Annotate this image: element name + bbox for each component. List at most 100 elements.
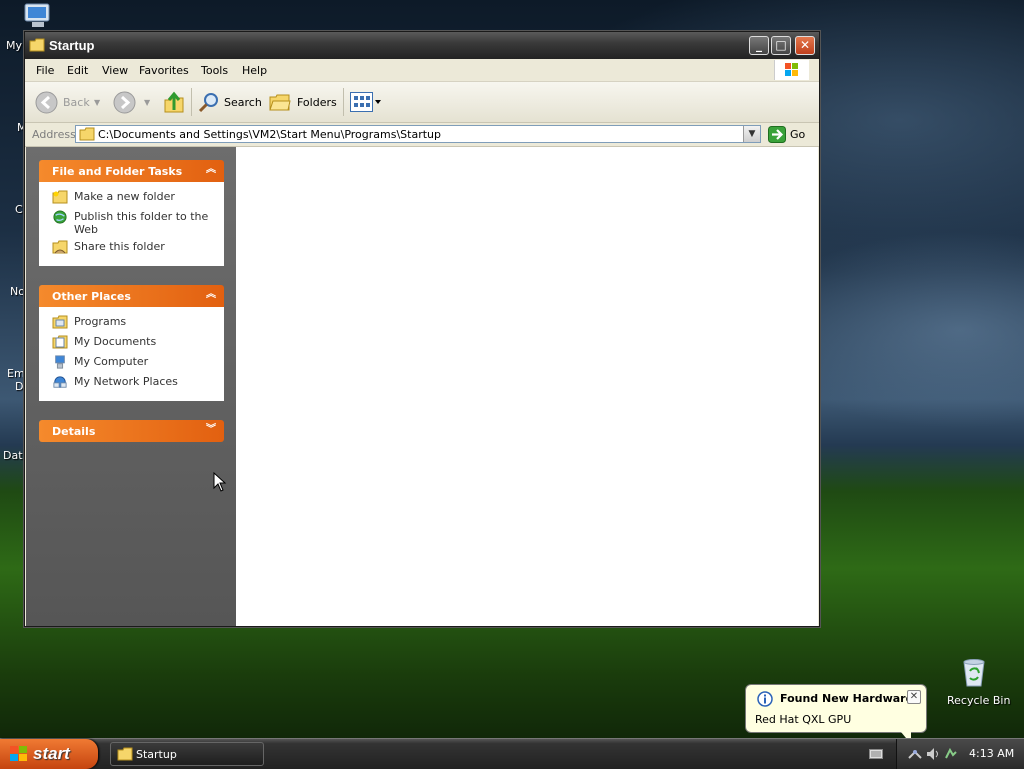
collapse-chevron-icon[interactable]: ︽ bbox=[204, 288, 218, 302]
collapse-chevron-icon[interactable]: ︽ bbox=[204, 163, 218, 177]
toolbar: Back ▼ ▼ Search Folders bbox=[25, 82, 819, 123]
task-pane: File and Folder Tasks ︽ Make a new folde… bbox=[26, 147, 236, 626]
desktop-label-c[interactable]: C bbox=[15, 203, 23, 216]
toolbar-separator-2 bbox=[343, 88, 344, 116]
share-folder-icon bbox=[52, 240, 68, 254]
folders-button[interactable]: Folders bbox=[297, 96, 337, 109]
my-computer-desktop-icon[interactable] bbox=[22, 2, 54, 30]
go-button[interactable]: Go bbox=[790, 128, 805, 141]
address-input[interactable]: C:\Documents and Settings\VM2\Start Menu… bbox=[75, 125, 761, 143]
panel-title: File and Folder Tasks bbox=[52, 165, 183, 178]
title-bar[interactable]: Startup _ □ ✕ bbox=[25, 32, 819, 59]
place-label: My Network Places bbox=[74, 375, 178, 388]
system-tray: 4:13 AM bbox=[896, 739, 1024, 769]
views-icon[interactable] bbox=[350, 92, 382, 112]
address-label: Address bbox=[32, 128, 76, 141]
task-label: Make a new folder bbox=[74, 190, 175, 203]
taskbar: start Startup 4:13 AM bbox=[0, 738, 1024, 769]
task-publish-folder[interactable]: Publish this folder to the Web bbox=[39, 210, 224, 240]
panel-header-file-tasks[interactable]: File and Folder Tasks ︽ bbox=[39, 160, 224, 182]
recycle-bin-label[interactable]: Recycle Bin bbox=[947, 694, 1010, 707]
search-icon[interactable] bbox=[198, 91, 220, 113]
go-arrow-icon[interactable] bbox=[768, 126, 786, 143]
desktop-label-email-2[interactable]: D bbox=[15, 380, 23, 393]
desktop-label-data[interactable]: Dat bbox=[3, 449, 23, 462]
network-places-icon bbox=[53, 376, 67, 388]
place-label: My Documents bbox=[74, 335, 157, 348]
panel-header-other-places[interactable]: Other Places ︽ bbox=[39, 285, 224, 307]
menu-tools[interactable]: Tools bbox=[201, 64, 228, 77]
hardware-tray-icon[interactable] bbox=[907, 746, 923, 762]
place-my-documents[interactable]: My Documents bbox=[39, 335, 224, 355]
task-share-folder[interactable]: Share this folder bbox=[39, 240, 224, 260]
search-button[interactable]: Search bbox=[224, 96, 262, 109]
place-my-network-places[interactable]: My Network Places bbox=[39, 375, 224, 395]
explorer-window: Startup _ □ ✕ File Edit View Favorites T… bbox=[24, 31, 820, 627]
folders-icon[interactable] bbox=[269, 92, 291, 112]
panel-file-folder-tasks: File and Folder Tasks ︽ Make a new folde… bbox=[39, 160, 224, 266]
menu-help[interactable]: Help bbox=[242, 64, 267, 77]
place-my-computer[interactable]: My Computer bbox=[39, 355, 224, 375]
menu-edit[interactable]: Edit bbox=[67, 64, 88, 77]
panel-body: Make a new folder Publish this folder to… bbox=[39, 182, 224, 266]
programs-folder-icon bbox=[52, 315, 68, 329]
address-bar: Address C:\Documents and Settings\VM2\St… bbox=[25, 123, 819, 147]
task-make-new-folder[interactable]: Make a new folder bbox=[39, 190, 224, 210]
notification-balloon[interactable]: Found New Hardware Red Hat QXL GPU ✕ bbox=[745, 684, 927, 744]
task-label: Publish this folder to the Web bbox=[74, 210, 209, 236]
new-folder-icon bbox=[52, 190, 68, 204]
folder-icon bbox=[117, 747, 133, 761]
place-label: My Computer bbox=[74, 355, 149, 368]
back-dropdown-icon[interactable]: ▼ bbox=[94, 98, 100, 107]
panel-title: Details bbox=[52, 425, 96, 438]
balloon-close-button[interactable]: ✕ bbox=[907, 690, 921, 704]
my-documents-icon bbox=[52, 335, 68, 349]
taskbar-window-button[interactable]: Startup bbox=[110, 742, 264, 766]
forward-dropdown-icon[interactable]: ▼ bbox=[144, 98, 150, 107]
taskbar-window-label: Startup bbox=[136, 748, 177, 761]
address-folder-icon bbox=[79, 127, 95, 141]
info-icon bbox=[757, 691, 773, 707]
place-programs[interactable]: Programs bbox=[39, 315, 224, 335]
balloon-message: Red Hat QXL GPU bbox=[755, 713, 852, 726]
update-tray-icon[interactable] bbox=[943, 746, 959, 762]
menu-favorites[interactable]: Favorites bbox=[139, 64, 189, 77]
keyboard-icon[interactable] bbox=[869, 748, 883, 760]
recycle-bin-icon[interactable] bbox=[958, 656, 990, 688]
minimize-button[interactable]: _ bbox=[749, 36, 769, 55]
my-computer-icon bbox=[55, 355, 65, 369]
panel-other-places: Other Places ︽ Programs My Documents My … bbox=[39, 285, 224, 401]
panel-header-details[interactable]: Details ︾ bbox=[39, 420, 224, 442]
maximize-button[interactable]: □ bbox=[771, 36, 791, 55]
expand-chevron-icon[interactable]: ︾ bbox=[204, 423, 218, 437]
windows-flag-icon bbox=[10, 746, 27, 761]
start-label: start bbox=[33, 744, 70, 763]
toolbar-separator bbox=[191, 88, 192, 116]
back-button[interactable]: Back bbox=[63, 96, 90, 109]
menu-bar: File Edit View Favorites Tools Help bbox=[25, 59, 819, 82]
folder-icon bbox=[29, 38, 45, 52]
desktop-label-email[interactable]: Em bbox=[7, 367, 25, 380]
panel-title: Other Places bbox=[52, 290, 131, 303]
task-label: Share this folder bbox=[74, 240, 165, 253]
desktop: My M C No Em D Dat Recycle Bin Startup _… bbox=[0, 0, 1024, 769]
menu-file[interactable]: File bbox=[36, 64, 54, 77]
panel-details: Details ︾ bbox=[39, 420, 224, 442]
folder-content-area[interactable] bbox=[236, 147, 818, 626]
place-label: Programs bbox=[74, 315, 127, 328]
volume-tray-icon[interactable] bbox=[925, 746, 941, 762]
desktop-label-my-computer[interactable]: My bbox=[6, 39, 22, 52]
back-arrow-icon[interactable] bbox=[35, 91, 58, 114]
balloon-title: Found New Hardware bbox=[780, 692, 914, 705]
panel-body: Programs My Documents My Computer My Net… bbox=[39, 307, 224, 401]
start-button[interactable]: start bbox=[0, 739, 98, 769]
mouse-cursor-icon bbox=[213, 472, 227, 492]
windows-logo-icon bbox=[774, 60, 809, 80]
address-dropdown-icon[interactable]: ▼ bbox=[743, 126, 760, 142]
desktop-label-network[interactable]: No bbox=[10, 285, 25, 298]
up-folder-icon[interactable] bbox=[163, 90, 185, 114]
clock[interactable]: 4:13 AM bbox=[969, 747, 1014, 760]
menu-view[interactable]: View bbox=[102, 64, 128, 77]
close-button[interactable]: ✕ bbox=[795, 36, 815, 55]
forward-arrow-icon[interactable] bbox=[113, 91, 136, 114]
